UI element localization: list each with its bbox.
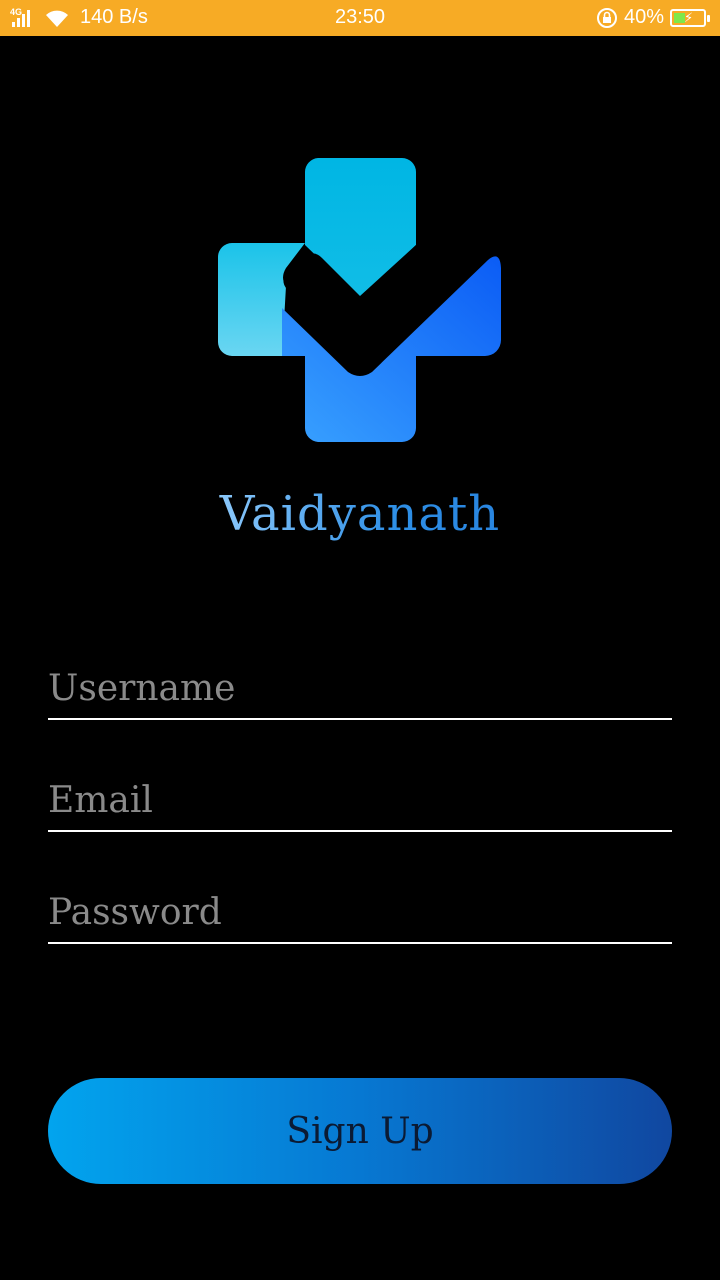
- status-bar: 4G 140 B/s 23:50 40% ⚡: [0, 0, 720, 36]
- bolt-icon: ⚡: [684, 9, 694, 25]
- status-right: 40% ⚡: [596, 6, 710, 29]
- password-input[interactable]: [48, 882, 672, 942]
- rotation-lock-icon: [596, 7, 617, 28]
- username-input[interactable]: [48, 658, 672, 718]
- app-logo: [218, 158, 501, 442]
- battery-charging-icon: ⚡: [670, 8, 710, 27]
- email-field-container: [48, 770, 672, 832]
- password-field-container: [48, 882, 672, 944]
- signup-button[interactable]: Sign Up: [48, 1078, 672, 1184]
- username-field-container: [48, 658, 672, 720]
- app-title: Vaidyanath: [0, 486, 720, 542]
- email-input[interactable]: [48, 770, 672, 830]
- battery-percent: 40%: [623, 6, 664, 28]
